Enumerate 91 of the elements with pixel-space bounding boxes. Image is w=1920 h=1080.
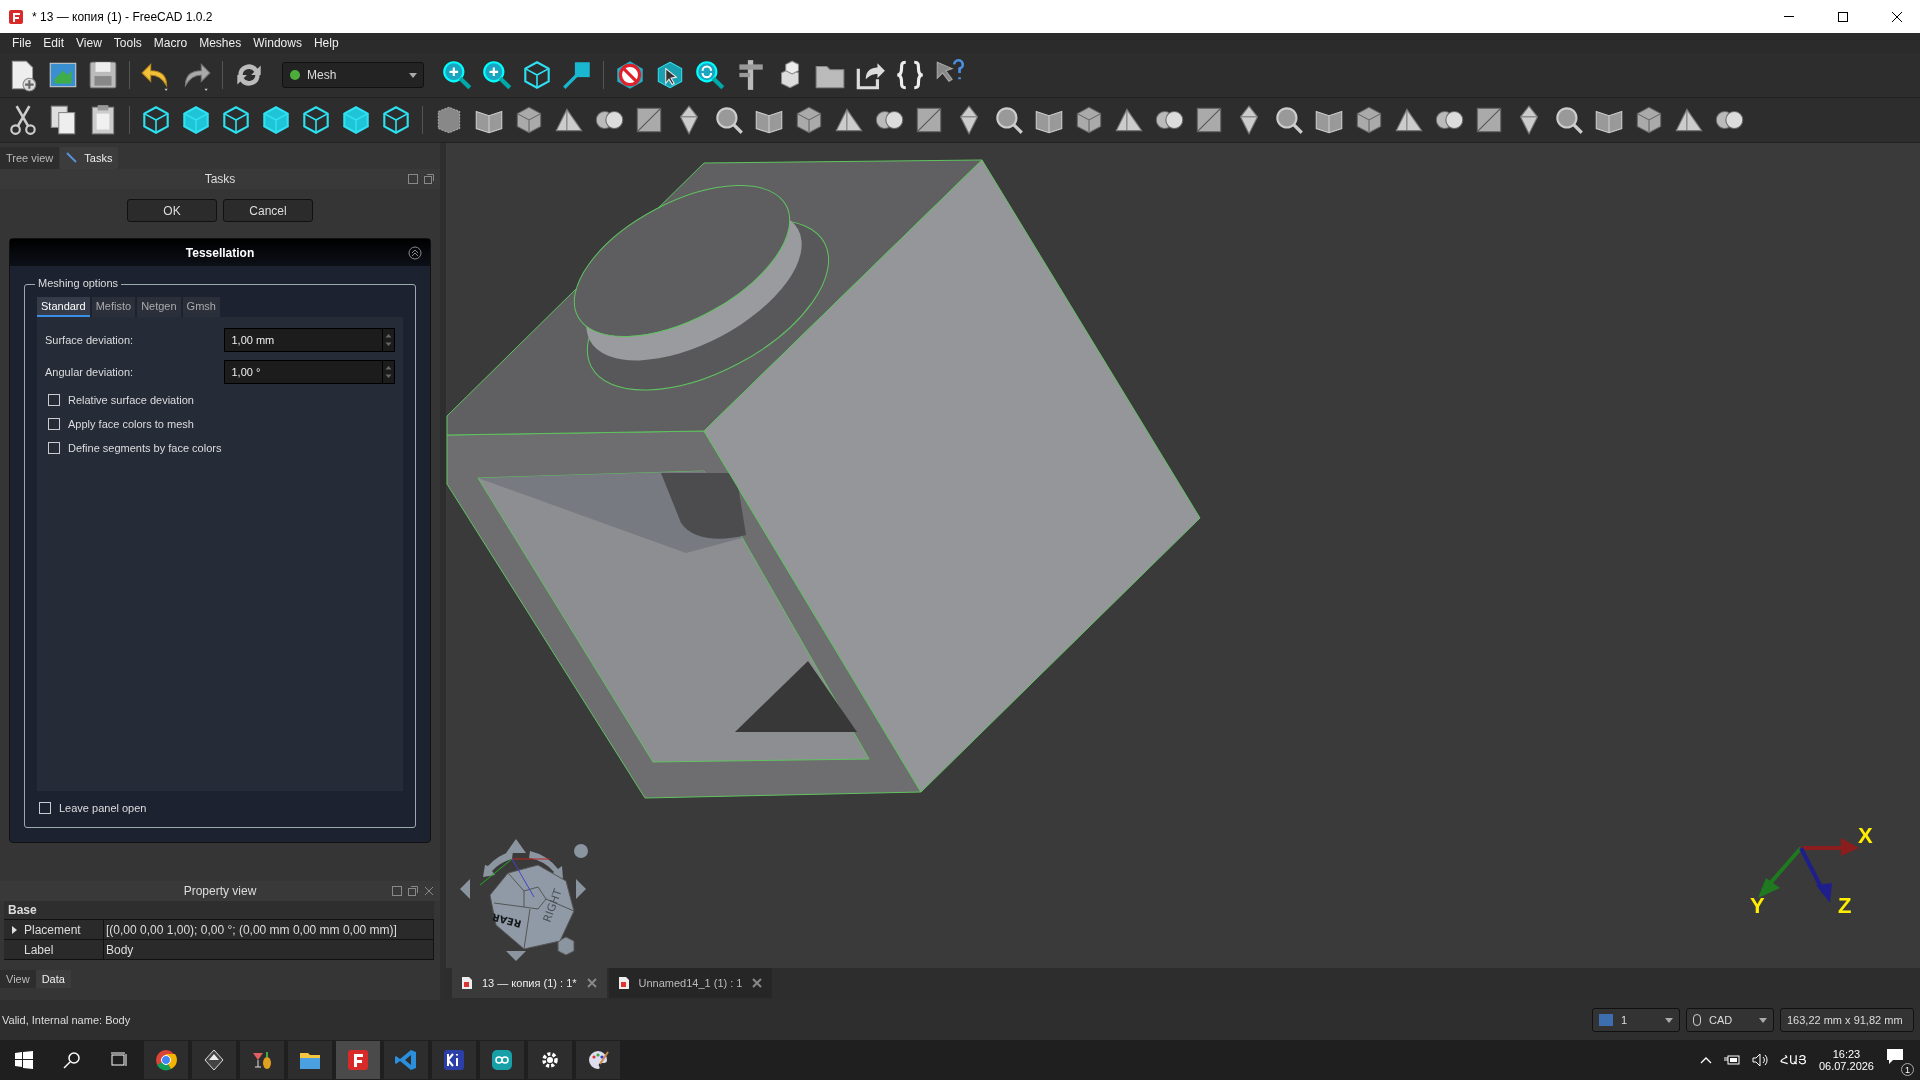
menu-item[interactable]: File [6,36,38,50]
mesher-tab[interactable]: Mefisto [91,297,136,317]
field-label: Surface deviation: [45,334,135,346]
panel-tab[interactable]: Tasks [60,147,119,169]
axis-label: Y [1750,893,1765,918]
zoom-icon[interactable] [440,58,474,92]
app-logo-icon [8,8,24,25]
collapse-icon[interactable] [408,245,422,260]
checkbox-label: Define segments by face colors [68,442,222,454]
window-title: * 13 — копия (1) - FreeCAD 1.0.2 [32,9,213,24]
property-tab[interactable]: Data [35,970,71,988]
checkbox[interactable] [48,394,60,406]
battery-icon[interactable] [1723,1055,1740,1065]
spin-field[interactable]: 1,00 mm [224,328,382,352]
panel-tab[interactable]: Tree view [0,147,60,169]
document-tab[interactable]: 13 — копия (1) : 1* [452,968,607,998]
dropdown-caret-icon[interactable] [409,72,417,78]
property-name: Placement [24,922,81,937]
windows-start-icon[interactable] [15,1051,33,1069]
property-value[interactable]: [(0,00 0,00 1,00); 0,00 °; (0,00 mm 0,00 mm 0,00 mm)] [104,920,434,939]
clock[interactable]: 16:23 06.07.2026 [1818,1048,1874,1072]
axis-label: X [1858,823,1873,848]
cube-face-label[interactable]: REAR [490,911,523,930]
maximize-icon[interactable] [1838,11,1848,22]
spin-arrows-icon[interactable] [382,328,395,352]
menu-item[interactable]: Meshes [193,36,248,50]
axis-label: Z [1838,893,1852,918]
task-view-icon[interactable] [111,1052,129,1068]
mesher-tab[interactable]: Netgen [137,297,181,317]
mesher-tab[interactable]: Gmsh [182,297,220,317]
panel-title: Tasks [204,172,236,186]
3d-viewport[interactable]: RIGHT REAR X Y Z [446,143,1920,968]
dropdown-caret-icon[interactable] [1665,1017,1673,1023]
panel-title: Property view [183,884,257,898]
input-language[interactable]: ՀԱՅ [1779,1053,1807,1067]
status-message: Valid, Internal name: Body [2,1014,132,1026]
mesher-tab[interactable]: Standard [37,297,90,317]
cancel-button[interactable]: Cancel [223,199,313,222]
undock-icon[interactable] [424,174,434,184]
navigation-style-selector[interactable]: CAD [1686,1008,1774,1032]
spin-field[interactable]: 1,00 ° [224,360,382,384]
dimensions-selector[interactable]: 163,22 mm x 91,82 mm [1780,1008,1914,1032]
browser-icon[interactable] [154,1048,178,1072]
3d-model-drawing[interactable] [446,159,1201,799]
panel-heading: Tessellation [185,245,255,260]
workbench-icon [289,69,301,81]
float-icon[interactable] [392,886,402,896]
checkbox[interactable] [39,802,51,814]
mouse-icon [1693,1014,1701,1026]
tray-expand-icon[interactable] [1699,1056,1712,1064]
menu-item[interactable]: Help [307,36,345,50]
document-icon [462,977,472,989]
notification-count: 1 [1901,1063,1914,1076]
menu-item[interactable]: Edit [37,36,71,50]
view-count-selector[interactable]: 1 [1592,1008,1680,1032]
checkbox-label: Leave panel open [59,802,147,814]
workbench-selector[interactable]: Mesh [282,62,424,88]
infinity-icon[interactable] [490,1048,514,1072]
search-icon[interactable] [63,1051,81,1069]
paint-palette-icon[interactable] [586,1048,610,1072]
app-logo-icon[interactable] [346,1048,370,1072]
notification-icon[interactable] [1886,1048,1906,1066]
close-icon[interactable] [1892,11,1902,22]
undock-icon[interactable] [408,886,418,896]
pencil-icon [66,152,79,164]
property-group: Base [4,901,434,920]
checkbox[interactable] [48,418,60,430]
checkbox[interactable] [48,442,60,454]
property-name: Label [24,942,54,957]
checkbox-label: Apply face colors to mesh [68,418,194,430]
sync-view-icon[interactable] [693,58,727,92]
document-icon [618,977,629,989]
navigation-cube-drawing[interactable]: RIGHT REAR [460,839,588,961]
float-icon[interactable] [408,174,418,184]
dropdown-caret-icon[interactable] [1759,1017,1767,1023]
field-label: Angular deviation: [45,366,135,378]
group-title: Meshing options [35,277,122,289]
spin-arrows-icon[interactable] [382,360,395,384]
expand-arrow-icon[interactable] [10,925,18,934]
document-tab[interactable]: Unnamed14_1 (1) : 1 [608,968,773,998]
checkbox-label: Relative surface deviation [68,394,194,406]
ok-button[interactable]: OK [127,199,217,222]
property-tab[interactable]: View [0,970,36,988]
volume-icon[interactable] [1751,1053,1768,1067]
monitor-icon [1599,1014,1613,1026]
menu-item[interactable]: Windows [247,36,308,50]
menu-item[interactable]: Tools [107,36,148,50]
zoom-icon[interactable] [480,58,514,92]
property-value[interactable]: Body [104,940,434,959]
menu-item[interactable]: Macro [147,36,194,50]
menu-item[interactable]: View [70,36,108,50]
